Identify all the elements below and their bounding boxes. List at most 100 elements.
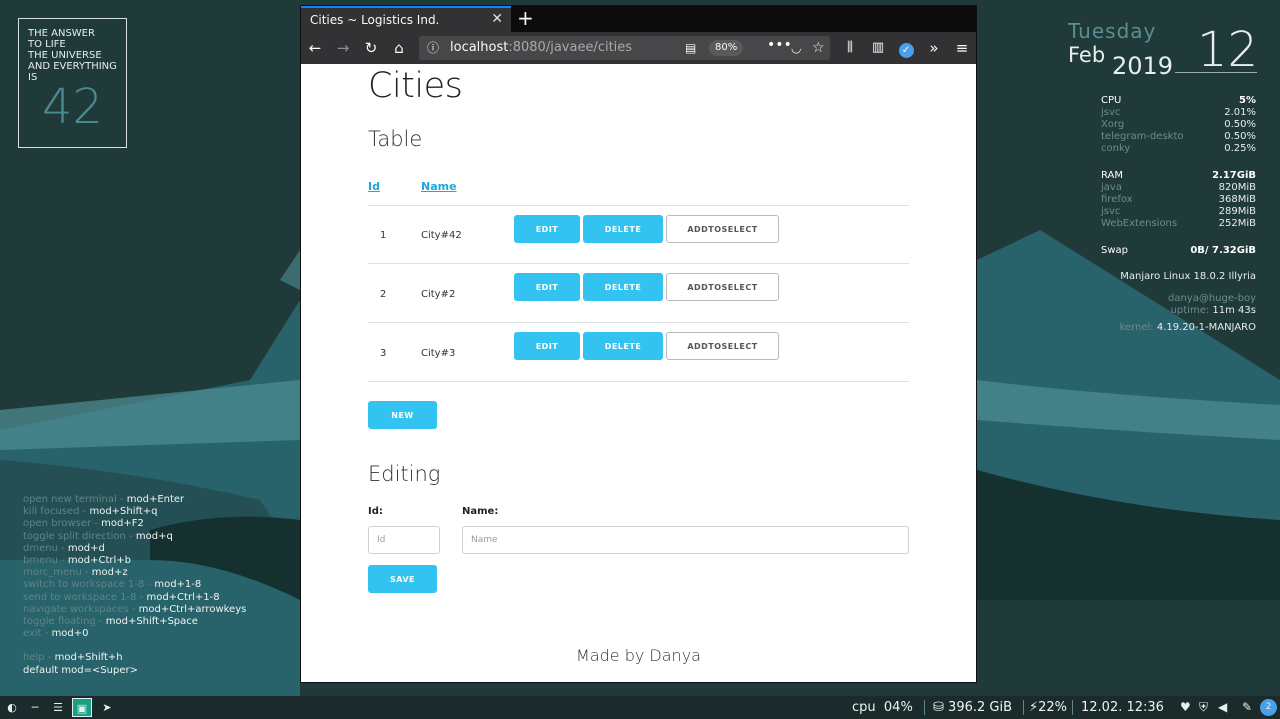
menu-icon[interactable]: ≡: [951, 32, 973, 64]
shortcut-action: toggle floating -: [23, 616, 106, 628]
proc-name: WebExtensions: [1101, 218, 1178, 229]
new-button[interactable]: NEW: [368, 401, 437, 429]
shortcut-action: exit -: [23, 628, 52, 640]
uptime-label: uptime:: [1170, 305, 1210, 316]
proc-value: 252MiB: [1218, 218, 1256, 229]
shortcut-line: exit - mod+0: [23, 628, 246, 640]
shortcut-help: open new terminal - mod+Enter kill focus…: [23, 494, 246, 677]
swap-value: 0B/ 7.32GiB: [1190, 245, 1256, 256]
delete-button[interactable]: DELETE: [583, 332, 663, 360]
bookmark-star-icon[interactable]: ☆: [812, 36, 825, 60]
sidebar-icon[interactable]: ▥: [867, 32, 889, 64]
column-header-id[interactable]: Id: [368, 180, 380, 193]
proc-value: 2.01%: [1224, 107, 1256, 118]
shortcut-key: mod+d: [67, 542, 105, 554]
ram-stats: RAM 2.17GiB java 820MiB firefox 368MiB jsvc…: [1101, 170, 1256, 230]
reader-view-icon[interactable]: ▤: [685, 36, 696, 60]
info-icon[interactable]: ⓘ: [427, 36, 439, 60]
name-field[interactable]: Name: [462, 526, 909, 554]
shortcut-key: mod+Enter: [126, 494, 185, 505]
swap-stats: Swap 0B/ 7.32GiB: [1101, 245, 1256, 257]
extension-icon[interactable]: ✓: [895, 32, 917, 64]
tab-bar: Cities ~ Logistics Ind. ✕ +: [301, 6, 976, 32]
more-actions-icon[interactable]: •••: [767, 33, 792, 57]
shortcut-key: mod+0: [51, 628, 89, 640]
forward-icon[interactable]: →: [332, 32, 354, 64]
proc-name: conky: [1101, 143, 1131, 154]
battery-icon: ⚡: [1029, 700, 1039, 715]
shortcut-key: mod+Shift+Space: [105, 616, 198, 628]
cpu-stats: CPU 5% jsvc 2.01% Xorg 0.50% telegram-deskt…: [1101, 95, 1256, 155]
telegram-icon[interactable]: ➤: [97, 698, 117, 717]
edit-button[interactable]: EDIT: [514, 273, 580, 301]
table-divider: [368, 322, 909, 323]
edit-button[interactable]: EDIT: [514, 215, 580, 243]
url-bar[interactable]: ⓘ localhost:8080/javaee/cities ▤ 80% •••…: [419, 36, 830, 60]
nav-bar: ← → ↻ ⌂ ⓘ localhost:8080/javaee/cities ▤…: [301, 32, 976, 64]
id-field[interactable]: Id: [368, 526, 440, 554]
row-name: City#42: [421, 230, 462, 241]
disk-icon: ⛁: [933, 700, 944, 715]
shield-icon[interactable]: ⛨: [1199, 696, 1208, 719]
browser-window: Cities ~ Logistics Ind. ✕ + ← → ↻ ⌂ ⓘ lo…: [300, 5, 977, 683]
pocket-icon[interactable]: ◡: [791, 36, 801, 60]
back-icon[interactable]: ←: [304, 32, 326, 64]
shortcut-default: default mod=<Super>: [23, 664, 139, 676]
shortcut-action: morc_menu -: [23, 567, 92, 579]
browser-tab[interactable]: Cities ~ Logistics Ind. ✕: [301, 6, 511, 32]
zoom-level[interactable]: 80%: [709, 40, 744, 56]
status-separator: [1072, 700, 1073, 715]
shortcut-key: mod+Ctrl+arrowkeys: [138, 603, 247, 615]
shortcut-line: dmenu - mod+d: [23, 543, 246, 555]
workspace-button-active[interactable]: ▣: [72, 698, 92, 717]
close-icon[interactable]: ✕: [491, 11, 503, 27]
notification-badge[interactable]: 2: [1260, 699, 1277, 716]
user-host: danya@huge-boy: [1167, 293, 1256, 304]
workspace-button[interactable]: ─: [25, 698, 45, 717]
tab-title: Cities ~ Logistics Ind.: [310, 13, 440, 27]
uptime-row: uptime: 11m 43s: [1171, 305, 1256, 317]
shortcut-key: mod+Shift+h: [54, 652, 123, 664]
uptime-value: 11m 43s: [1212, 305, 1256, 316]
cpu-status-value: 04%: [883, 700, 913, 715]
swap-label: Swap: [1101, 245, 1129, 256]
shortcut-key: mod+Ctrl+b: [67, 555, 131, 567]
url-text[interactable]: localhost:8080/javaee/cities: [450, 36, 632, 60]
shortcut-line: open new terminal - mod+Enter: [23, 494, 246, 506]
wifi-icon[interactable]: ♥: [1180, 696, 1191, 719]
overflow-icon[interactable]: »: [923, 32, 945, 64]
date-month: Feb: [1068, 43, 1106, 67]
status-separator: [1023, 700, 1024, 715]
workspace-button[interactable]: ☰: [48, 698, 68, 717]
add-to-select-button[interactable]: ADDTOSELECT: [666, 273, 779, 301]
table-heading: Table: [368, 127, 423, 151]
battery-value: 22%: [1038, 700, 1068, 715]
answer-line: AND EVERYTHING: [28, 61, 117, 72]
column-header-name[interactable]: Name: [421, 180, 457, 193]
home-icon[interactable]: ⌂: [388, 32, 410, 64]
clip-icon[interactable]: ✎: [1242, 696, 1252, 719]
add-to-select-button[interactable]: ADDTOSELECT: [666, 332, 779, 360]
add-to-select-button[interactable]: ADDTOSELECT: [666, 215, 779, 243]
app-menu-icon[interactable]: ◐: [2, 698, 22, 717]
row-name: City#2: [421, 289, 456, 300]
shortcut-action: toggle split direction -: [23, 530, 136, 542]
shortcut-action: open browser -: [23, 518, 102, 530]
edit-button[interactable]: EDIT: [514, 332, 580, 360]
delete-button[interactable]: DELETE: [583, 273, 663, 301]
delete-button[interactable]: DELETE: [583, 215, 663, 243]
save-button[interactable]: SAVE: [368, 565, 437, 593]
shortcut-key: mod+1-8: [154, 579, 202, 591]
new-tab-button[interactable]: +: [517, 6, 534, 30]
shortcut-action: send to workspace 1-8 -: [23, 591, 147, 603]
library-icon[interactable]: ⫼: [839, 32, 861, 64]
reload-icon[interactable]: ↻: [360, 32, 382, 64]
cpu-value: 5%: [1239, 95, 1256, 106]
proc-name: java: [1101, 182, 1122, 193]
shortcut-line: switch to workspace 1-8 - mod+1-8: [23, 579, 246, 591]
row-id: 1: [380, 230, 387, 241]
date-year: 2019: [1112, 52, 1174, 80]
volume-mute-icon[interactable]: ◀: [1218, 696, 1227, 719]
url-path: :8080/javaee/cities: [508, 40, 633, 55]
shortcut-line: toggle split direction - mod+q: [23, 531, 246, 543]
